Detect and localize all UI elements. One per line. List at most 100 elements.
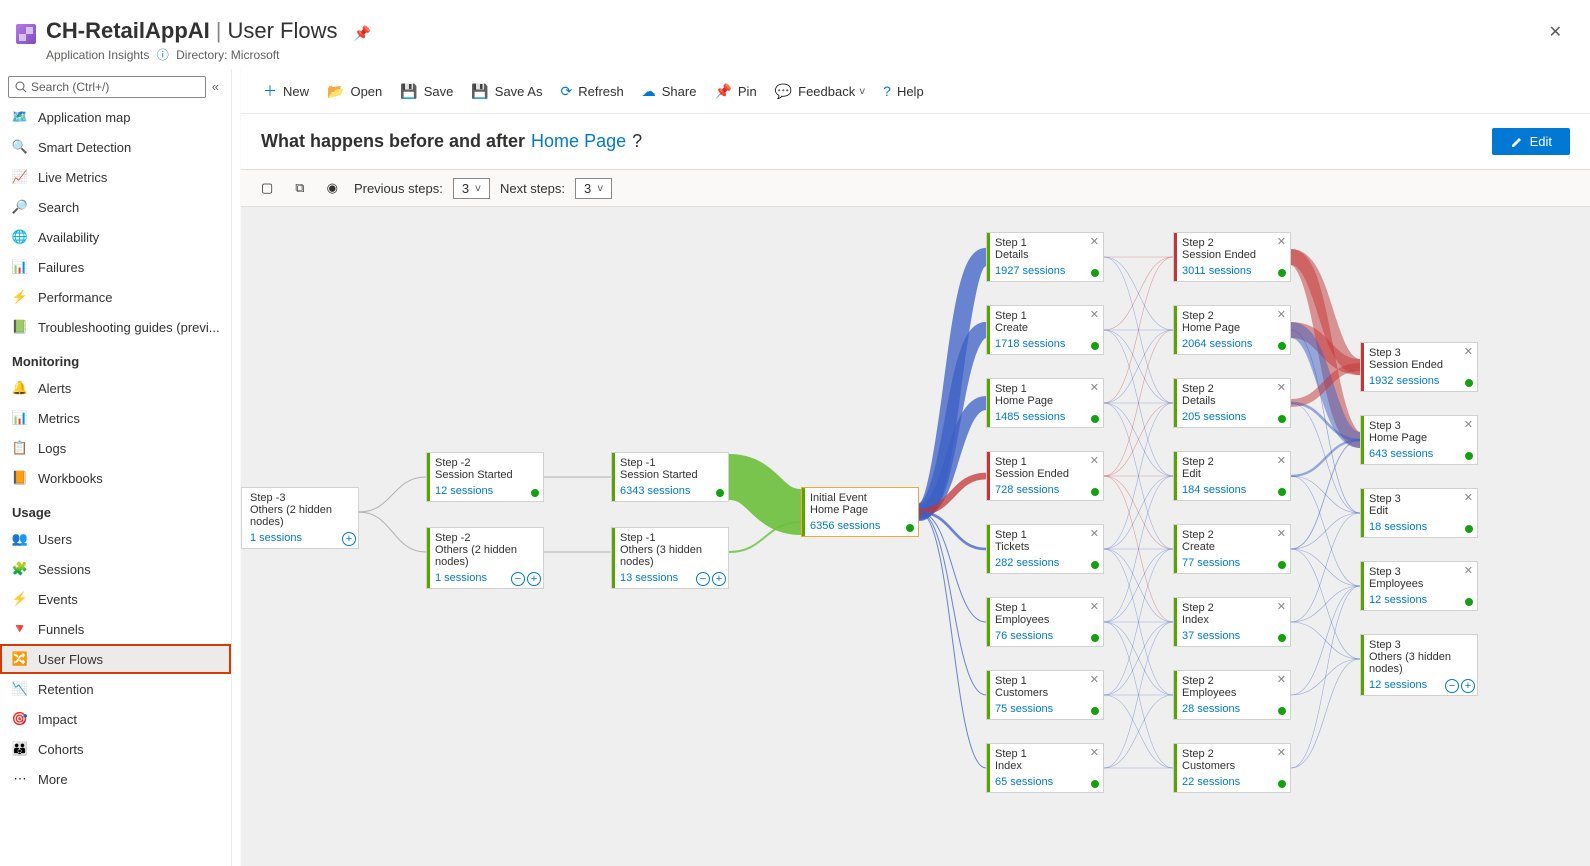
- sidebar-item-smart-detection[interactable]: 🔍Smart Detection: [0, 132, 231, 162]
- question-event-link[interactable]: Home Page: [531, 131, 626, 152]
- close-node-icon[interactable]: ✕: [1090, 746, 1099, 759]
- status-dot: [1465, 525, 1473, 533]
- flow-node[interactable]: Step 2Customers22 sessions✕: [1173, 743, 1291, 793]
- close-node-icon[interactable]: ✕: [1277, 454, 1286, 467]
- save-as-button[interactable]: 💾Save As: [463, 79, 550, 104]
- flow-node[interactable]: Step 1Employees76 sessions✕: [986, 597, 1104, 647]
- sidebar-item-application-map[interactable]: 🗺️Application map: [0, 102, 231, 132]
- flow-node[interactable]: Step 1Details1927 sessions✕: [986, 232, 1104, 282]
- share-button[interactable]: ☁Share: [634, 79, 705, 104]
- expand-icon[interactable]: +: [342, 532, 356, 546]
- flow-node[interactable]: Step 2Edit184 sessions✕: [1173, 451, 1291, 501]
- close-node-icon[interactable]: ✕: [1277, 308, 1286, 321]
- sidebar-item-alerts[interactable]: 🔔Alerts: [0, 373, 231, 403]
- search-input[interactable]: Search (Ctrl+/): [8, 76, 206, 98]
- collapse-icon[interactable]: −: [696, 572, 710, 586]
- flow-node[interactable]: Step 2Create77 sessions✕: [1173, 524, 1291, 574]
- target-icon[interactable]: ◉: [321, 176, 344, 200]
- close-node-icon[interactable]: ✕: [1090, 673, 1099, 686]
- close-node-icon[interactable]: ✕: [1277, 746, 1286, 759]
- sidebar-item-impact[interactable]: 🎯Impact: [0, 704, 231, 734]
- sidebar-item-search[interactable]: 🔎Search: [0, 192, 231, 222]
- save-button[interactable]: 💾Save: [392, 79, 461, 104]
- close-node-icon[interactable]: ✕: [1464, 564, 1473, 577]
- close-icon[interactable]: ✕: [1541, 18, 1570, 46]
- close-node-icon[interactable]: ✕: [1090, 235, 1099, 248]
- close-node-icon[interactable]: ✕: [1090, 527, 1099, 540]
- refresh-button[interactable]: ⟳Refresh: [552, 79, 631, 104]
- new-button[interactable]: ＋New: [255, 77, 317, 105]
- help-button[interactable]: ?Help: [875, 79, 932, 103]
- layout-icon[interactable]: ▢: [255, 176, 279, 200]
- sidebar-item-events[interactable]: ⚡Events: [0, 584, 231, 614]
- nav-icon: 👥: [12, 531, 28, 547]
- collapse-icon[interactable]: −: [511, 572, 525, 586]
- expand-icon[interactable]: +: [527, 572, 541, 586]
- sidebar-item-metrics[interactable]: 📊Metrics: [0, 403, 231, 433]
- sidebar-item-logs[interactable]: 📋Logs: [0, 433, 231, 463]
- close-node-icon[interactable]: ✕: [1277, 673, 1286, 686]
- collapse-sidebar-icon[interactable]: «: [206, 75, 225, 98]
- close-node-icon[interactable]: ✕: [1277, 381, 1286, 394]
- sidebar-item-live-metrics[interactable]: 📈Live Metrics: [0, 162, 231, 192]
- sidebar-item-performance[interactable]: ⚡Performance: [0, 282, 231, 312]
- close-node-icon[interactable]: ✕: [1277, 235, 1286, 248]
- close-node-icon[interactable]: ✕: [1277, 527, 1286, 540]
- sidebar-item-troubleshooting-guides-previ-[interactable]: 📗Troubleshooting guides (previ...: [0, 312, 231, 342]
- close-node-icon[interactable]: ✕: [1090, 454, 1099, 467]
- flow-node[interactable]: Step 3Home Page643 sessions✕: [1360, 415, 1478, 465]
- pin-button[interactable]: 📌Pin: [706, 79, 764, 104]
- flow-node[interactable]: Step 1Customers75 sessions✕: [986, 670, 1104, 720]
- sidebar-item-more[interactable]: ⋯More: [0, 764, 231, 794]
- flow-node[interactable]: Step 2Home Page2064 sessions✕: [1173, 305, 1291, 355]
- nodes-icon[interactable]: ⧉: [289, 176, 310, 200]
- flow-node[interactable]: Step 1Home Page1485 sessions✕: [986, 378, 1104, 428]
- flow-node[interactable]: Step 2Details205 sessions✕: [1173, 378, 1291, 428]
- flow-node[interactable]: Initial EventHome Page6356 sessions: [801, 487, 919, 537]
- sidebar-item-failures[interactable]: 📊Failures: [0, 252, 231, 282]
- sidebar-item-retention[interactable]: 📉Retention: [0, 674, 231, 704]
- flow-node[interactable]: Step 3Edit18 sessions✕: [1360, 488, 1478, 538]
- close-node-icon[interactable]: ✕: [1277, 600, 1286, 613]
- close-node-icon[interactable]: ✕: [1464, 418, 1473, 431]
- flow-node[interactable]: Step -2Session Started12 sessions: [426, 452, 544, 502]
- flow-node[interactable]: Step 3Employees12 sessions✕: [1360, 561, 1478, 611]
- sidebar-item-workbooks[interactable]: 📙Workbooks: [0, 463, 231, 493]
- sidebar-item-funnels[interactable]: 🔻Funnels: [0, 614, 231, 644]
- sidebar-item-users[interactable]: 👥Users: [0, 524, 231, 554]
- pin-icon[interactable]: 📌: [354, 25, 371, 41]
- flow-node[interactable]: Step 3Others (3 hidden nodes)12 sessions…: [1360, 634, 1478, 696]
- expand-icon[interactable]: +: [712, 572, 726, 586]
- flow-node[interactable]: Step 1Index65 sessions✕: [986, 743, 1104, 793]
- status-dot: [1278, 488, 1286, 496]
- close-node-icon[interactable]: ✕: [1090, 600, 1099, 613]
- expand-icon[interactable]: +: [1461, 679, 1475, 693]
- open-button[interactable]: 📂Open: [319, 79, 390, 104]
- flow-node[interactable]: Step 1Session Ended728 sessions✕: [986, 451, 1104, 501]
- flow-node[interactable]: Step 2Index37 sessions✕: [1173, 597, 1291, 647]
- resize-handle[interactable]: [232, 69, 240, 866]
- close-node-icon[interactable]: ✕: [1464, 491, 1473, 504]
- flow-node[interactable]: Step 1Tickets282 sessions✕: [986, 524, 1104, 574]
- flow-node[interactable]: Step 2Session Ended3011 sessions✕: [1173, 232, 1291, 282]
- close-node-icon[interactable]: ✕: [1464, 345, 1473, 358]
- flow-node[interactable]: Step 3Session Ended1932 sessions✕: [1360, 342, 1478, 392]
- sidebar-item-user-flows[interactable]: 🔀User Flows: [0, 644, 231, 674]
- close-node-icon[interactable]: ✕: [1090, 381, 1099, 394]
- close-node-icon[interactable]: ✕: [1090, 308, 1099, 321]
- flow-node[interactable]: Step -1Session Started6343 sessions: [611, 452, 729, 502]
- flow-node[interactable]: Step -1Others (3 hidden nodes)13 session…: [611, 527, 729, 589]
- flow-node[interactable]: Step 1Create1718 sessions✕: [986, 305, 1104, 355]
- flow-node[interactable]: Step 2Employees28 sessions✕: [1173, 670, 1291, 720]
- sidebar-item-availability[interactable]: 🌐Availability: [0, 222, 231, 252]
- sidebar-item-sessions[interactable]: 🧩Sessions: [0, 554, 231, 584]
- flow-node[interactable]: Step -2Others (2 hidden nodes)1 sessions…: [426, 527, 544, 589]
- collapse-icon[interactable]: −: [1445, 679, 1459, 693]
- edit-button[interactable]: Edit: [1492, 128, 1570, 155]
- info-icon[interactable]: ⓘ: [157, 48, 169, 62]
- prev-steps-dropdown[interactable]: 3ⅴ: [453, 178, 490, 199]
- flow-node[interactable]: Step -3Others (2 hidden nodes)1 sessions…: [241, 487, 359, 549]
- next-steps-dropdown[interactable]: 3ⅴ: [575, 178, 612, 199]
- sidebar-item-cohorts[interactable]: 👪Cohorts: [0, 734, 231, 764]
- feedback-button[interactable]: 💬Feedbackⅴ: [767, 79, 873, 104]
